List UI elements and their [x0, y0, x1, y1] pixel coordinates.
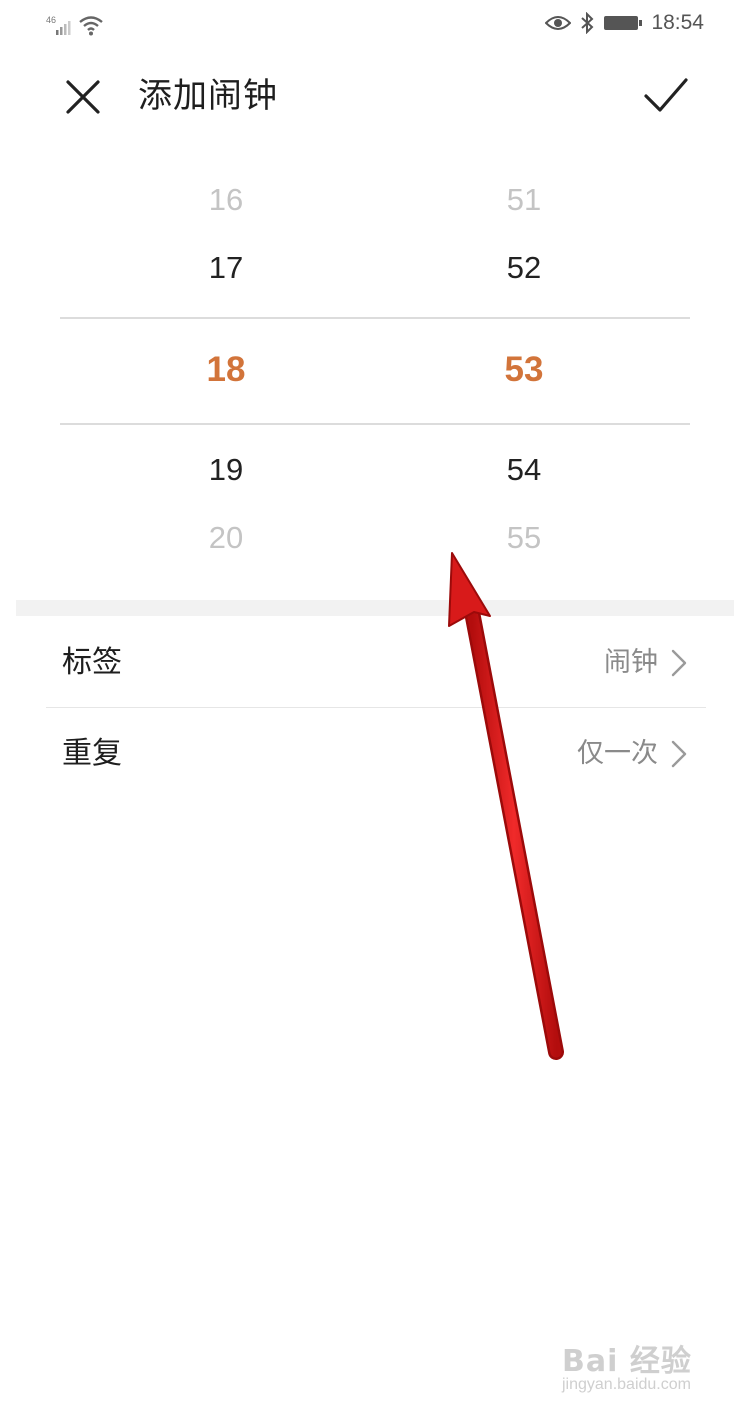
close-button[interactable]: [62, 76, 104, 118]
minute-option[interactable]: 54: [444, 452, 604, 488]
svg-text:46: 46: [46, 15, 56, 25]
repeat-row-title: 重复: [62, 736, 122, 771]
bluetooth-icon: [581, 12, 594, 34]
minute-option[interactable]: 55: [444, 520, 604, 556]
row-divider: [46, 707, 706, 708]
label-row-value: 闹钟: [604, 647, 658, 678]
hour-option[interactable]: 20: [146, 520, 306, 556]
label-row-title: 标签: [62, 645, 122, 680]
close-icon: [66, 80, 100, 114]
eye-icon: [545, 16, 572, 30]
chevron-right-icon: [671, 649, 687, 677]
minute-selected[interactable]: 53: [444, 350, 604, 390]
status-bar: 46 18:54: [0, 0, 750, 48]
page-title: 添加闹钟: [138, 76, 278, 116]
repeat-row[interactable]: 重复 仅一次: [46, 709, 706, 799]
battery-icon: [604, 16, 643, 30]
signal-icon: 46: [46, 15, 71, 35]
status-left: 46: [46, 10, 104, 36]
minute-option[interactable]: 51: [444, 182, 604, 218]
watermark-url: jingyan.baidu.com: [562, 1376, 691, 1393]
status-right: 18:54: [545, 8, 704, 38]
chevron-right-icon: [671, 740, 687, 768]
status-time: 18:54: [651, 11, 704, 34]
time-picker: 16 17 18 19 20 51 52 53 54 55: [0, 160, 750, 580]
section-separator: [16, 600, 734, 616]
repeat-row-value: 仅一次: [577, 738, 658, 769]
hour-wheel[interactable]: 16 17 18 19 20: [146, 160, 306, 580]
hour-option[interactable]: 16: [146, 182, 306, 218]
wifi-icon: [79, 16, 103, 36]
hour-option[interactable]: 17: [146, 250, 306, 286]
label-row[interactable]: 标签 闹钟: [46, 618, 706, 708]
hour-selected[interactable]: 18: [146, 350, 306, 390]
confirm-button[interactable]: [642, 74, 690, 118]
minute-wheel[interactable]: 51 52 53 54 55: [444, 160, 604, 580]
check-icon: [644, 78, 688, 112]
header: 添加闹钟: [0, 60, 750, 132]
watermark-logo: Bai 经验: [562, 1344, 692, 1379]
baidu-watermark: Bai 经验 jingyan.baidu.com: [562, 1336, 712, 1406]
minute-option[interactable]: 52: [444, 250, 604, 286]
hour-option[interactable]: 19: [146, 452, 306, 488]
